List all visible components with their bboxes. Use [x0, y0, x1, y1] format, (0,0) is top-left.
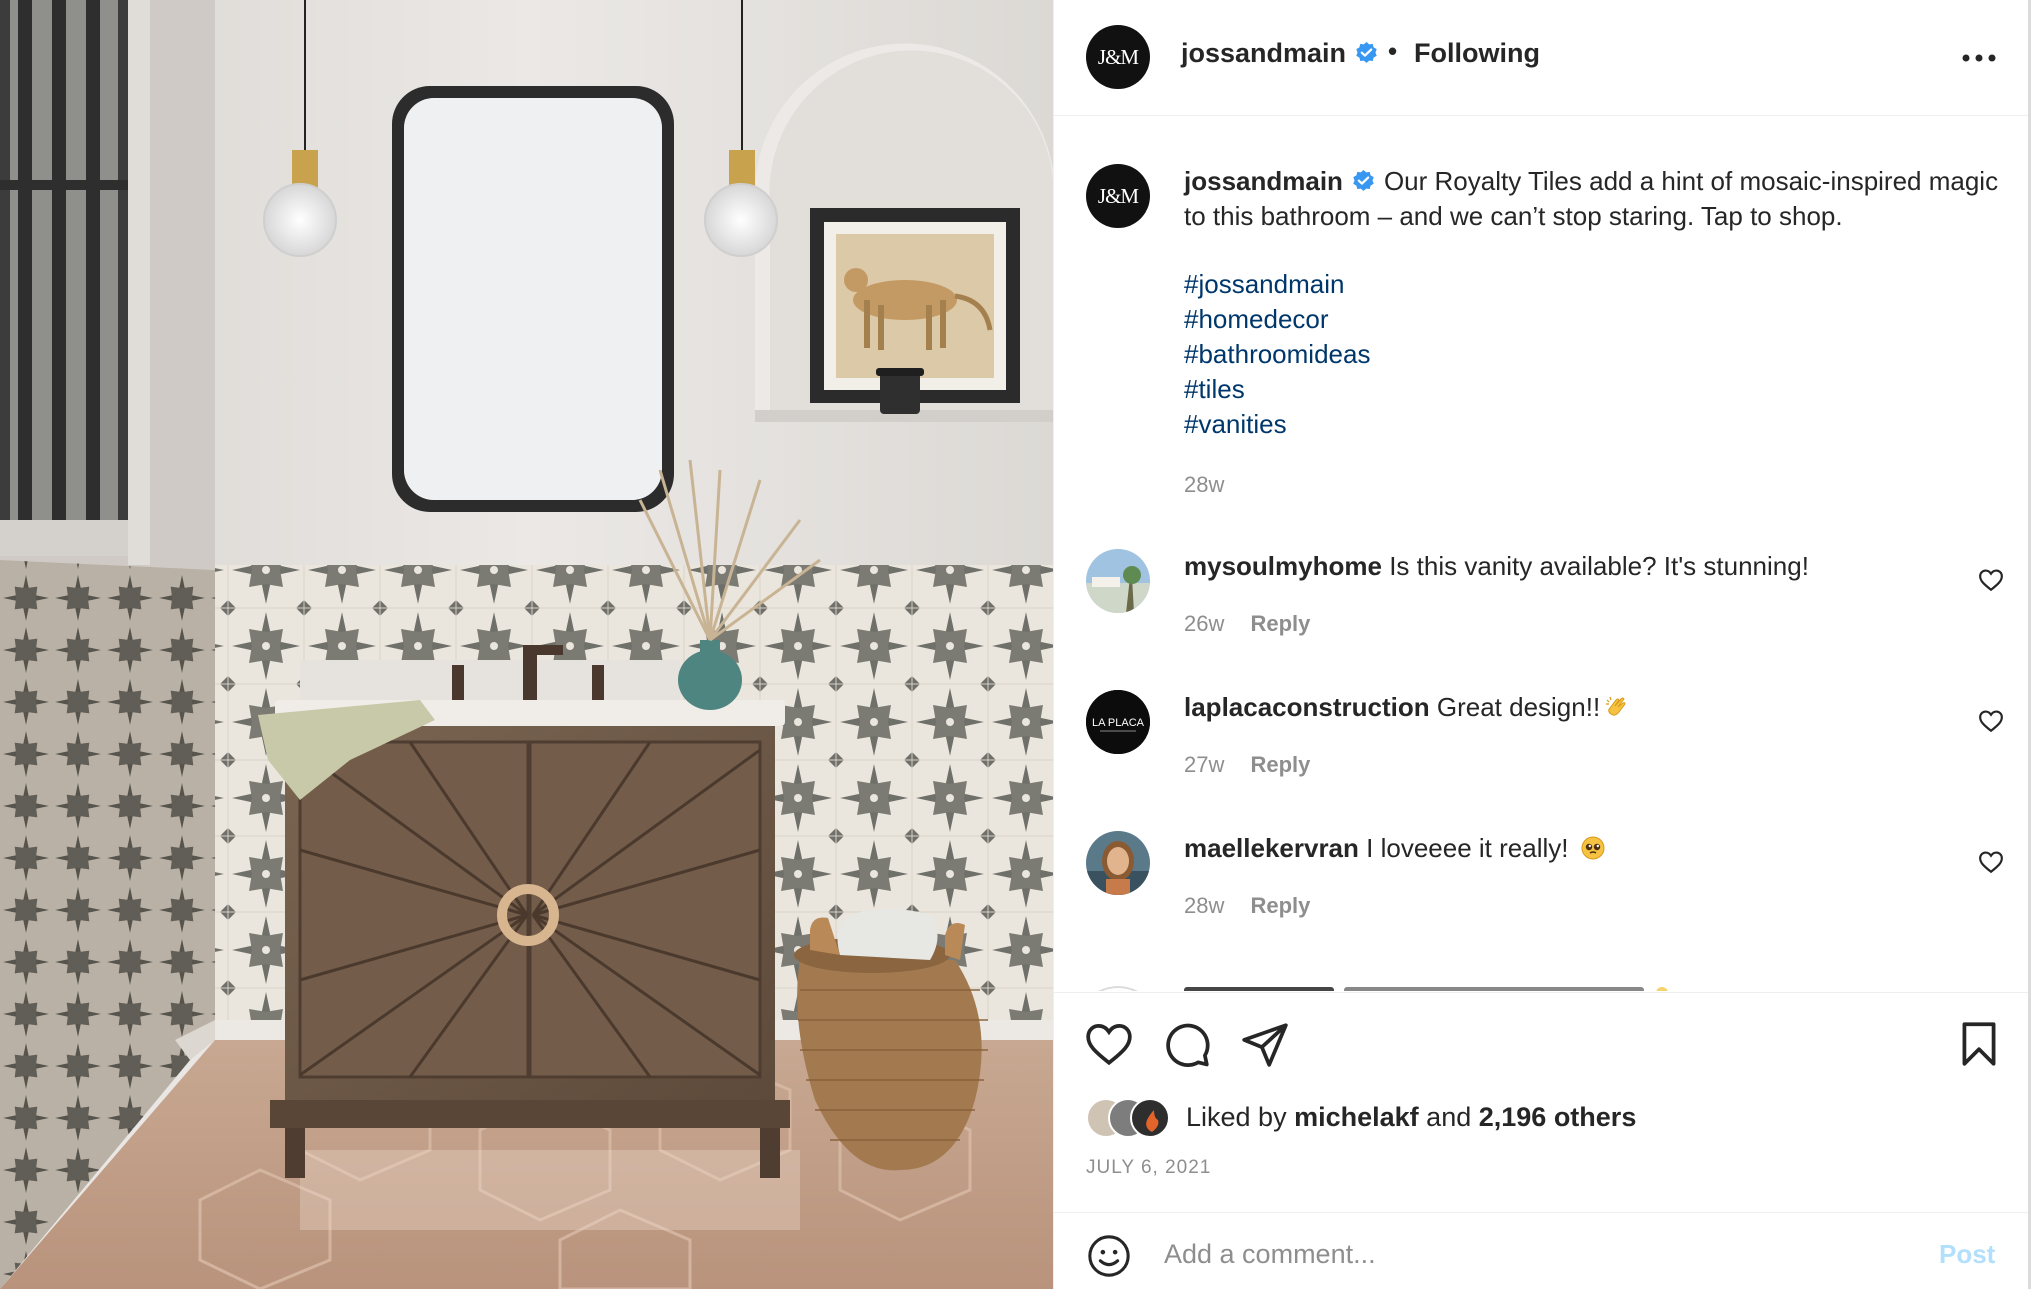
commenter-username[interactable]: maellekervran [1184, 833, 1359, 863]
like-heart-icon[interactable] [1084, 1019, 1134, 1069]
comment-meta: 27w Reply [1184, 752, 1310, 778]
hashtag-list: #jossandmain #homedecor #bathroomideas #… [1184, 267, 1370, 442]
comment-like-heart-icon[interactable] [1978, 567, 2004, 593]
post-caption: jossandmain Our Royalty Tiles add a hint … [1184, 164, 2004, 234]
beach-avatar-image [1086, 549, 1150, 613]
post-date[interactable]: JULY 6, 2021 [1086, 1157, 1211, 1179]
person-avatar-image [1086, 831, 1150, 895]
post-image[interactable] [0, 0, 1053, 1289]
comment-bubble-icon[interactable] [1162, 1019, 1212, 1069]
comment-timestamp[interactable]: 28w [1184, 893, 1224, 918]
caption-author-avatar[interactable]: J&M [1086, 164, 1150, 228]
commenter-username[interactable]: mysoulmyhome [1184, 551, 1382, 581]
comment-item: maellekervran I loveeee it really! 28w R… [1054, 831, 2029, 951]
verified-badge-icon [1353, 170, 1374, 191]
hashtag-link[interactable]: #homedecor [1184, 302, 1370, 337]
likes-count-link[interactable]: 2,196 others [1479, 1102, 1637, 1132]
comment-timestamp[interactable]: 26w [1184, 611, 1224, 636]
comment-like-heart-icon[interactable] [1978, 849, 2004, 875]
comment-timestamp[interactable]: 27w [1184, 752, 1224, 777]
comment-text: maellekervran I loveeee it really! [1184, 831, 1606, 866]
pleading-face-icon [1581, 836, 1605, 860]
comment-item: mysoulmyhome Is this vanity available? I… [1054, 549, 2029, 669]
commenter-avatar[interactable] [1086, 831, 1150, 895]
comment-input[interactable] [1164, 1229, 1864, 1279]
verified-badge-icon [1356, 42, 1377, 63]
laplaca-logo-text: LA PLACA [1092, 717, 1145, 729]
emoji-picker-icon[interactable] [1086, 1233, 1132, 1279]
likes-text: Liked by michelakf and 2,196 others [1186, 1102, 1636, 1133]
comment-body: I loveeee it really! [1366, 833, 1576, 863]
hashtag-link[interactable]: #vanities [1184, 407, 1370, 442]
post-comment-button[interactable]: Post [1939, 1239, 1995, 1270]
commenter-username[interactable]: laplacaconstruction [1184, 692, 1430, 722]
liker-avatar [1130, 1098, 1170, 1138]
liked-by-and: and [1426, 1102, 1472, 1132]
post-header: J&M jossandmain • Following [1054, 0, 2031, 116]
liked-by-user-link[interactable]: michelakf [1294, 1102, 1419, 1132]
header-separator: • [1388, 36, 1398, 66]
comments-section[interactable]: J&M jossandmain Our Royalty Tiles add a h… [1054, 117, 2029, 991]
share-send-icon[interactable] [1240, 1019, 1290, 1069]
comment-meta: 26w Reply [1184, 611, 1310, 637]
commenter-avatar[interactable] [1086, 549, 1150, 613]
reply-button[interactable]: Reply [1250, 752, 1310, 777]
comment-body: Great design!! [1436, 692, 1601, 722]
following-button[interactable]: Following [1414, 38, 1540, 69]
comment-item: LA PLACA laplacaconstruction Great desig… [1054, 690, 2029, 810]
flame-avatar-image [1146, 1110, 1159, 1132]
comment-meta: 28w Reply [1184, 893, 1310, 919]
comment-body: Is this vanity available? It's stunning! [1389, 551, 1809, 581]
reply-button[interactable]: Reply [1250, 893, 1310, 918]
author-username-text[interactable]: jossandmain [1181, 38, 1346, 68]
laplaca-logo-avatar: LA PLACA [1086, 690, 1150, 754]
comment-text: laplacaconstruction Great design!! [1184, 690, 1630, 725]
liked-by-prefix: Liked by [1186, 1102, 1287, 1132]
clapping-hands-icon [1606, 696, 1626, 716]
bookmark-save-icon[interactable] [1954, 1019, 2004, 1069]
hashtag-link[interactable]: #tiles [1184, 372, 1370, 407]
reply-button[interactable]: Reply [1250, 611, 1310, 636]
comment-like-heart-icon[interactable] [1978, 708, 2004, 734]
post-actions: Liked by michelakf and 2,196 others JULY… [1054, 992, 2031, 1212]
hashtag-link[interactable]: #bathroomideas [1184, 337, 1370, 372]
author-username[interactable]: jossandmain [1181, 38, 1379, 69]
author-avatar[interactable]: J&M [1086, 25, 1150, 89]
caption-username[interactable]: jossandmain [1184, 166, 1343, 196]
post-details-panel: J&M jossandmain • Following J&M jossandm… [1053, 0, 2031, 1289]
more-options-icon[interactable] [1954, 38, 2004, 78]
commenter-avatar[interactable]: LA PLACA [1086, 690, 1150, 754]
partial-comment-cutoff [1054, 969, 2029, 991]
comment-text: mysoulmyhome Is this vanity available? I… [1184, 549, 1809, 584]
liker-avatars[interactable] [1086, 1098, 1186, 1138]
hashtag-link[interactable]: #jossandmain [1184, 267, 1370, 302]
cutoff-comment-glyphs [1098, 986, 1668, 991]
add-comment-bar: Post [1054, 1212, 2031, 1289]
caption-timestamp[interactable]: 28w [1184, 472, 1224, 498]
bathroom-photo [0, 0, 1053, 1289]
